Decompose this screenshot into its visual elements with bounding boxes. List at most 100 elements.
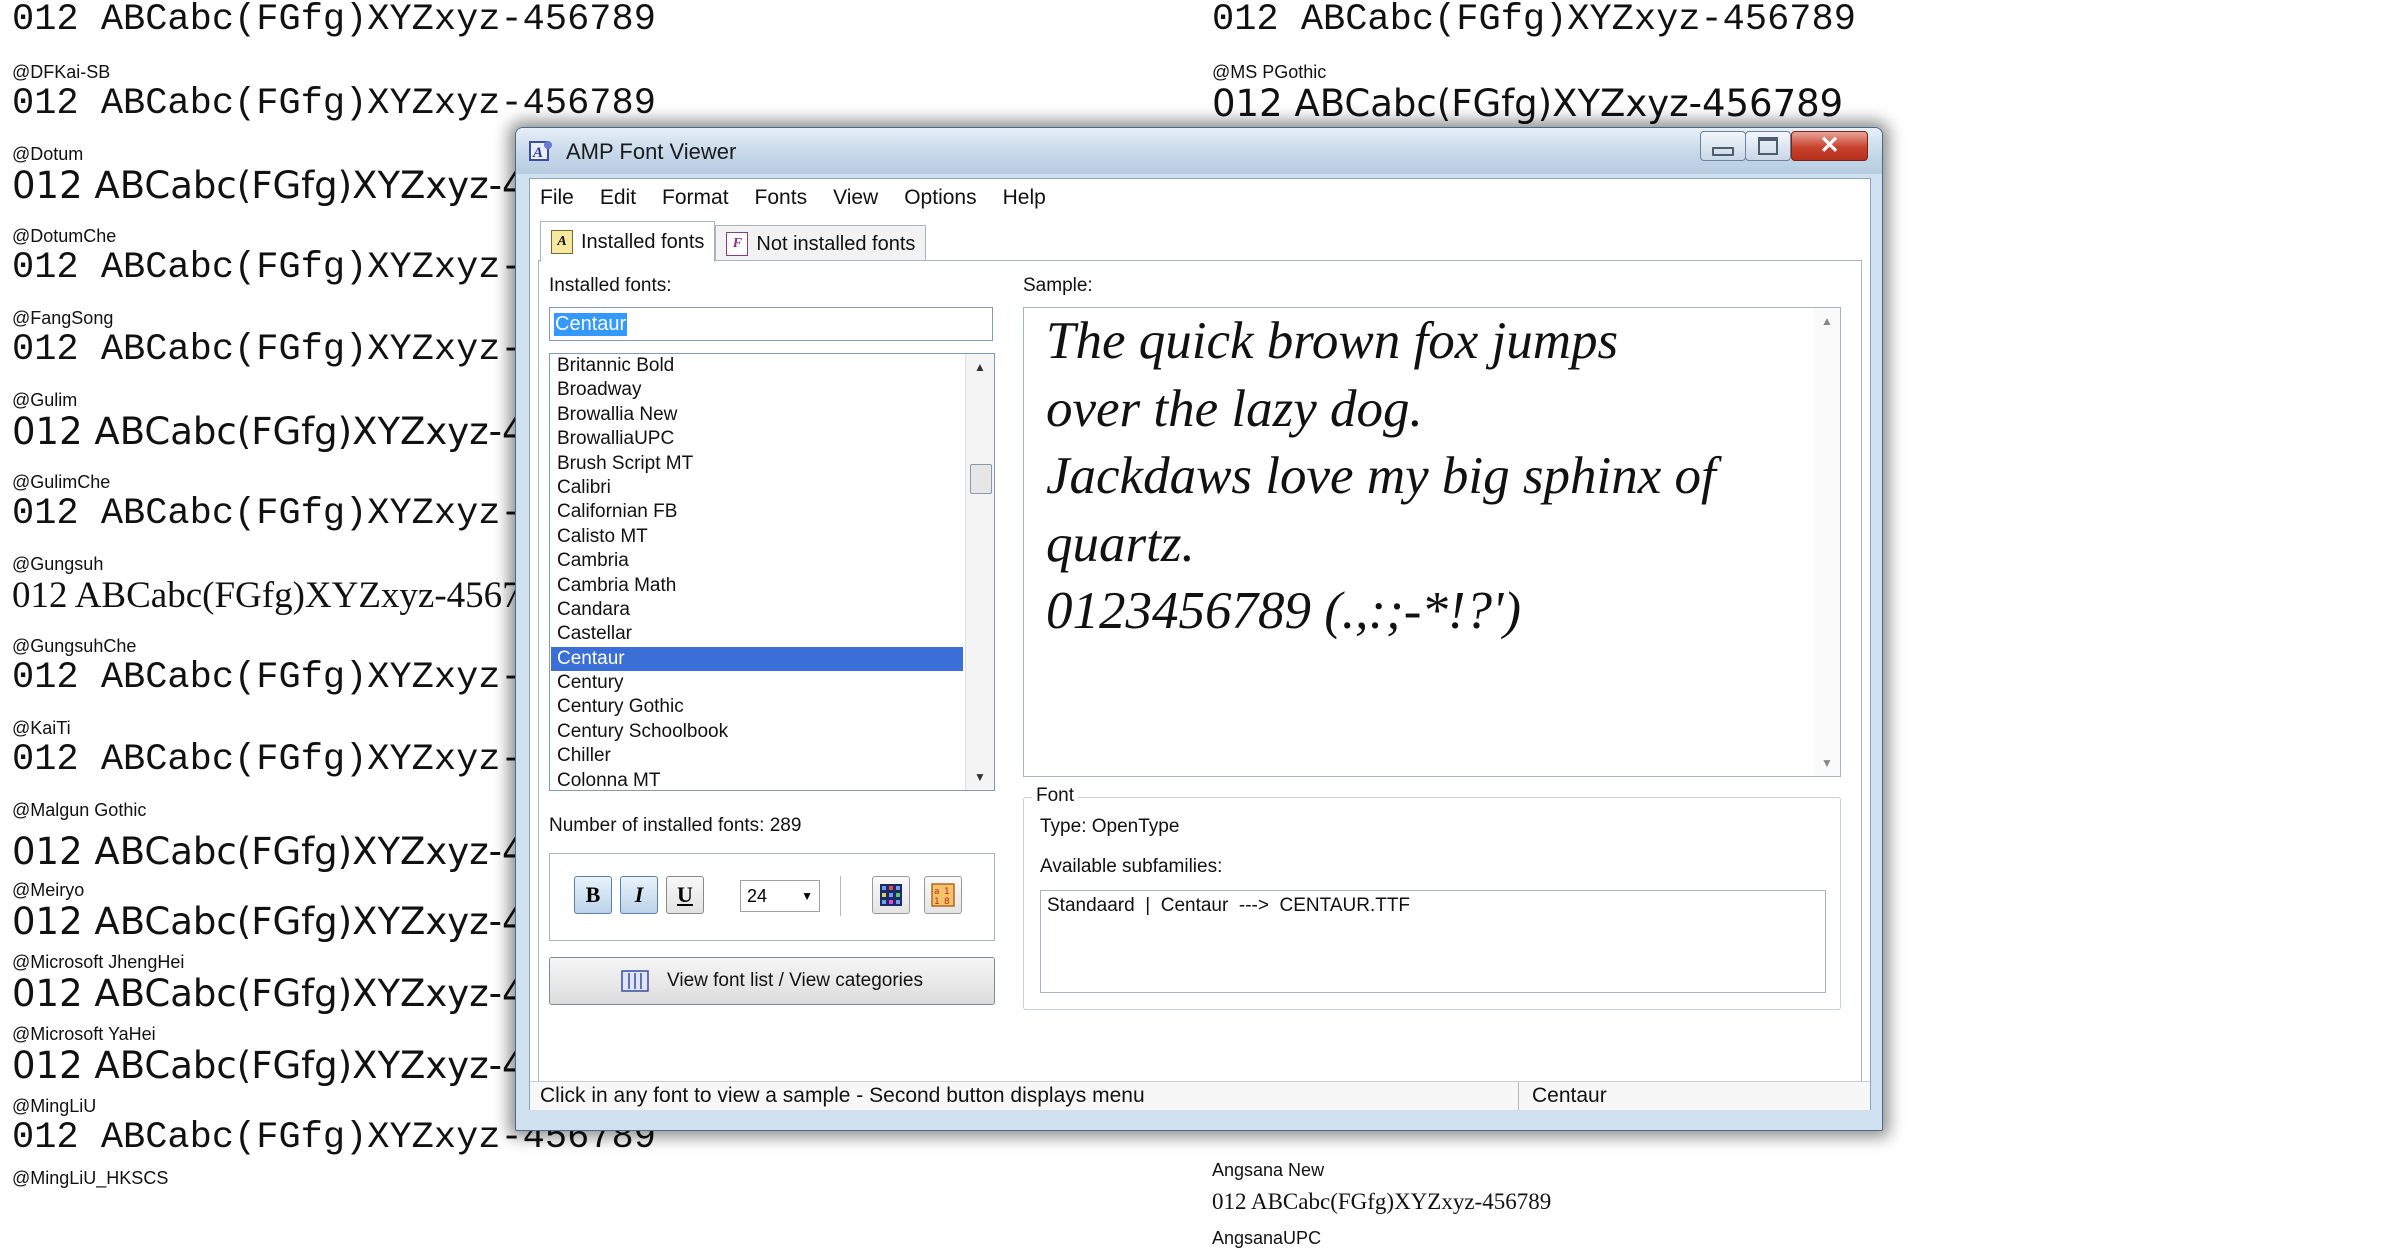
underline-button[interactable]: U (666, 876, 704, 914)
title-bar[interactable]: A AMP Font Viewer ✕ (516, 128, 1882, 174)
list-item[interactable]: Castellar (551, 622, 963, 646)
font-file-icon: F (726, 232, 749, 256)
font-group-title: Font (1032, 785, 1079, 807)
font-viewer-window: A AMP Font Viewer ✕ File Edit Format Fon… (515, 127, 1883, 1131)
list-item[interactable]: Candara (551, 598, 963, 622)
list-item[interactable]: Century Gothic (551, 695, 963, 719)
close-icon: ✕ (1819, 132, 1840, 159)
font-type: Type: OpenType (1040, 816, 1180, 837)
list-item[interactable]: Calibri (551, 476, 963, 500)
subfamily-entry[interactable]: Standaard | Centaur ---> CENTAUR.TTF (1047, 895, 1819, 917)
sample-line: 0123456789 (.,:;-*!?') (1046, 582, 1521, 640)
menu-file[interactable]: File (530, 186, 587, 210)
sample-scrollbar[interactable]: ▲ ▼ (1814, 308, 1840, 776)
chevron-down-icon: ▼ (801, 889, 813, 903)
maximize-button[interactable] (1745, 131, 1791, 161)
font-size-select[interactable]: 24 ▼ (740, 880, 820, 912)
svg-text:A: A (532, 145, 543, 161)
color-grid-icon (880, 884, 902, 906)
scroll-up-icon[interactable]: ▲ (966, 354, 994, 380)
minimize-icon (1712, 146, 1734, 156)
status-bar: Click in any font to view a sample - Sec… (530, 1081, 1870, 1110)
list-view-icon (621, 970, 649, 992)
list-item[interactable]: Broadway (551, 378, 963, 402)
menu-help[interactable]: Help (990, 186, 1059, 210)
specimen-font-name: @DFKai-SB (12, 62, 111, 82)
list-item[interactable]: Colonna MT (551, 769, 963, 790)
sample-line: over the lazy dog. (1046, 379, 1423, 438)
tab-installed-fonts[interactable]: A Installed fonts (540, 221, 716, 262)
installed-font-count: Number of installed fonts: 289 (549, 815, 802, 836)
bold-button[interactable]: B (574, 876, 612, 914)
installed-fonts-panel: Installed fonts: Centaur Britannic Bold … (538, 260, 1862, 1082)
svg-text:8: 8 (944, 897, 950, 907)
tab-strip: A Installed fonts F Not installed fonts (540, 221, 927, 262)
specimen-entry: 012 ABCabc(FGfg)XYZxyz-456789 (0, 0, 1190, 42)
toolbar-divider (840, 876, 841, 916)
sample-text: The quick brown fox jumps over the lazy … (1046, 308, 1806, 646)
menu-view[interactable]: View (820, 186, 891, 210)
list-item[interactable]: Browallia New (551, 403, 963, 427)
view-categories-button[interactable]: View font list / View categories (549, 957, 995, 1005)
list-item[interactable]: Britannic Bold (551, 354, 963, 378)
list-item-selected[interactable]: Centaur (551, 646, 963, 672)
list-item[interactable]: Chiller (551, 744, 963, 768)
window-title: AMP Font Viewer (566, 139, 737, 164)
character-map-button[interactable]: a 1 1 8 (924, 876, 962, 914)
sample-preview: The quick brown fox jumps over the lazy … (1023, 307, 1841, 777)
specimen-font-name: AngsanaUPC (1212, 1228, 1322, 1248)
tab-label: Not installed fonts (756, 232, 916, 255)
italic-button[interactable]: I (620, 876, 658, 914)
list-item[interactable]: Century Schoolbook (551, 720, 963, 744)
list-item[interactable]: Calisto MT (551, 525, 963, 549)
maximize-icon (1758, 137, 1778, 155)
list-item[interactable]: Cambria Math (551, 574, 963, 598)
close-button[interactable]: ✕ (1791, 131, 1868, 161)
menu-bar: File Edit Format Fonts View Options Help (530, 179, 1870, 217)
menu-format[interactable]: Format (649, 186, 742, 210)
color-grid-button[interactable] (872, 876, 910, 914)
font-search-input[interactable]: Centaur (549, 307, 993, 341)
sample-line: quartz. (1046, 514, 1195, 573)
specimen-font-name: @MingLiU_HKSCS (12, 1168, 169, 1188)
specimen-entry: Angsana New 012 ABCabc(FGfg)XYZxyz-45678… (1200, 1160, 1551, 1248)
tab-not-installed-fonts[interactable]: F Not installed fonts (715, 225, 927, 262)
subfamilies-list[interactable]: Standaard | Centaur ---> CENTAUR.TTF (1040, 890, 1826, 993)
subfamilies-label: Available subfamilies: (1040, 856, 1223, 877)
sample-line: The quick brown fox jumps (1046, 312, 1619, 370)
font-icon: A (551, 230, 573, 254)
status-font-name: Centaur (1532, 1084, 1607, 1107)
format-toolbar: B I U 24 ▼ a 1 1 8 (549, 853, 995, 941)
menu-options[interactable]: Options (891, 186, 989, 210)
svg-text:a: a (934, 887, 940, 897)
scroll-up-icon[interactable]: ▲ (1814, 308, 1840, 334)
specimen-font-name: @MS PGothic (1212, 62, 1327, 82)
specimen-entry: @MS PGothic 012 ABCabc(FGfg)XYZxyz-45678… (1200, 62, 2390, 126)
font-list: Britannic Bold Broadway Browallia New Br… (551, 354, 963, 790)
menu-edit[interactable]: Edit (587, 186, 649, 210)
menu-fonts[interactable]: Fonts (742, 186, 821, 210)
specimen-sample: 012 ABCabc(FGfg)XYZxyz-456789 (1212, 1189, 1552, 1214)
specimen-sample: 012 ABCabc(FGfg)XYZxyz-456789 (12, 83, 656, 125)
font-listbox[interactable]: Britannic Bold Broadway Browallia New Br… (549, 353, 995, 791)
status-divider (1518, 1082, 1519, 1110)
scroll-down-icon[interactable]: ▼ (1814, 750, 1840, 776)
view-categories-label: View font list / View categories (667, 970, 923, 991)
scroll-thumb[interactable] (970, 464, 992, 494)
list-item[interactable]: Brush Script MT (551, 452, 963, 476)
list-item[interactable]: Cambria (551, 549, 963, 573)
scroll-down-icon[interactable]: ▼ (966, 764, 994, 790)
list-item[interactable]: Californian FB (551, 500, 963, 524)
sample-label: Sample: (1023, 275, 1093, 296)
specimen-sample: 012 ABCabc(FGfg)XYZxyz-456789 (1212, 82, 1844, 125)
app-icon: A (529, 141, 552, 161)
list-item[interactable]: Century (551, 671, 963, 695)
specimen-column-right: 012 ABCabc(FGfg)XYZxyz-456789 @MS PGothi… (1200, 0, 2390, 1248)
character-map-icon: a 1 1 8 (931, 883, 955, 907)
minimize-button[interactable] (1700, 131, 1746, 161)
status-hint: Click in any font to view a sample - Sec… (540, 1084, 1145, 1107)
svg-text:1: 1 (934, 897, 940, 907)
font-list-scrollbar[interactable]: ▲ ▼ (965, 354, 994, 790)
specimen-entry: @MingLiU_HKSCS (0, 1168, 1190, 1188)
list-item[interactable]: BrowalliaUPC (551, 427, 963, 451)
